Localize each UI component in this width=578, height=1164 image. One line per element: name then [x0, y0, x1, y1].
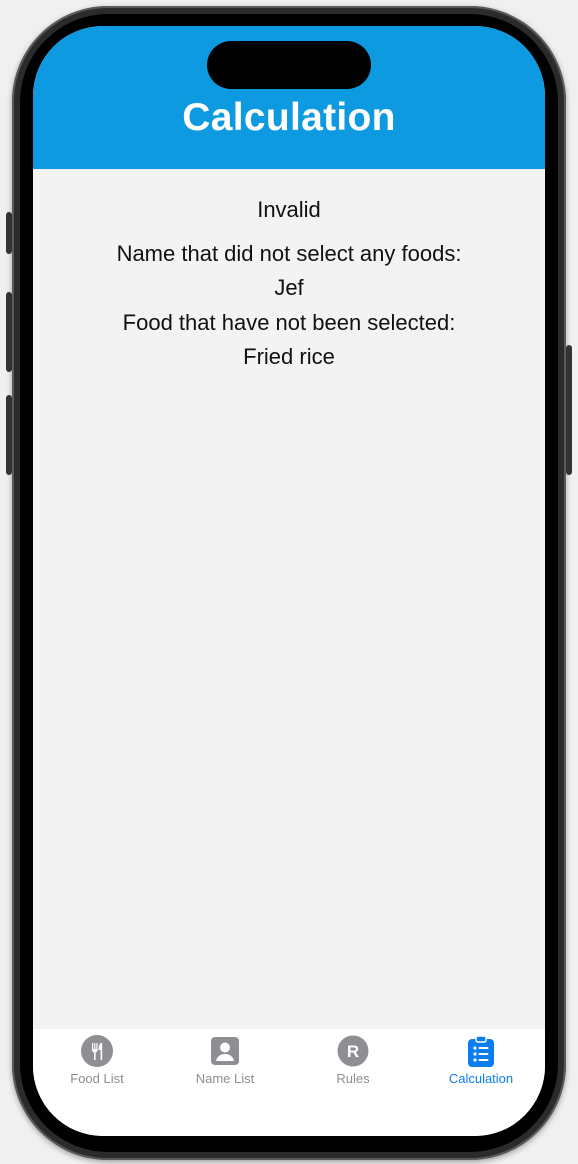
fork-knife-icon	[81, 1035, 113, 1067]
person-card-icon	[211, 1037, 239, 1065]
tab-label: Calculation	[448, 1071, 514, 1086]
no-food-label: Name that did not select any foods:	[116, 241, 462, 266]
tab-rules[interactable]: R Rules	[289, 1035, 417, 1105]
status-text: Invalid	[257, 197, 321, 222]
screen: Calculation Invalid Name that did not se…	[33, 26, 545, 1136]
tab-label: Name List	[195, 1071, 255, 1086]
tab-calculation[interactable]: Calculation	[417, 1035, 545, 1105]
dynamic-island	[207, 41, 371, 89]
tab-food-list[interactable]: Food List	[33, 1035, 161, 1105]
tab-bar: Food List Name List R Rules Calculation	[33, 1029, 545, 1136]
unselected-food: Fried rice	[243, 344, 335, 369]
unselected-label: Food that have not been selected:	[122, 310, 456, 335]
tab-label: Food List	[70, 1071, 124, 1086]
volume-up-button	[6, 292, 12, 372]
tab-name-list[interactable]: Name List	[161, 1035, 289, 1105]
nav-header: Calculation	[33, 26, 545, 169]
result-content: Invalid Name that did not select any foo…	[33, 169, 545, 1029]
power-button	[566, 345, 572, 475]
volume-down-button	[6, 395, 12, 475]
no-food-name: Jef	[274, 275, 304, 300]
r-circle-icon: R	[337, 1035, 369, 1067]
page-title: Calculation	[182, 96, 396, 139]
clipboard-list-icon	[468, 1035, 494, 1067]
svg-text:R: R	[347, 1042, 359, 1061]
action-button	[6, 212, 12, 254]
tab-label: Rules	[336, 1071, 370, 1086]
